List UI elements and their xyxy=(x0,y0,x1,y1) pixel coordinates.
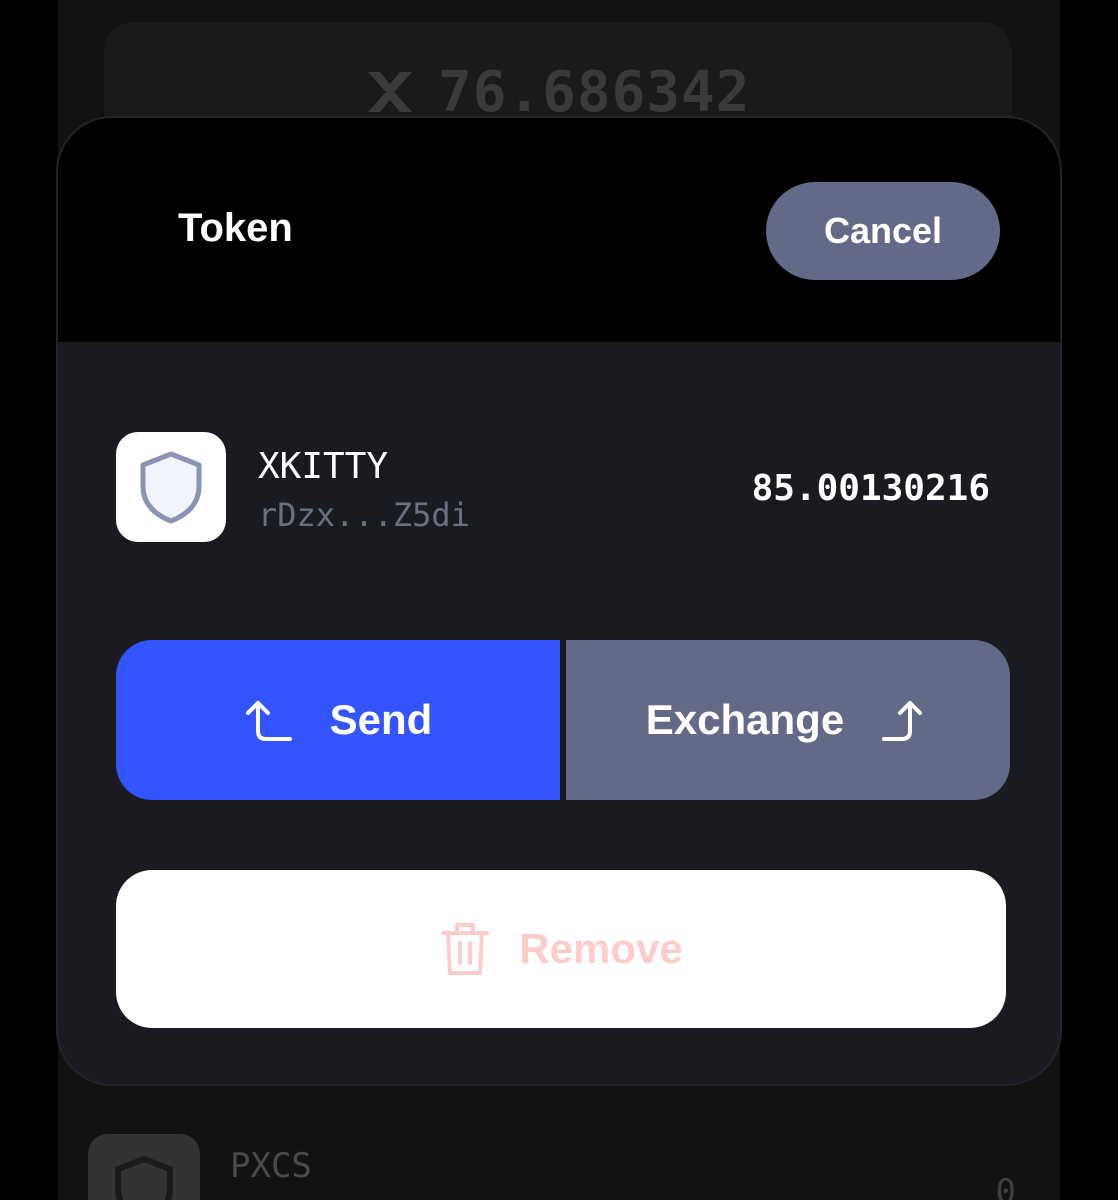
send-arrow-icon xyxy=(245,701,292,741)
cancel-button[interactable]: Cancel xyxy=(766,182,1000,280)
sheet-title: Token xyxy=(178,206,293,250)
screen: 76.686342 PXCS 0 Token Cancel XKITTY rDz… xyxy=(0,0,1118,1200)
xrp-icon xyxy=(368,72,412,112)
shield-icon xyxy=(116,432,226,542)
background-list-item-name: PXCS xyxy=(230,1146,312,1186)
token-sheet: Token Cancel XKITTY rDzx...Z5di 85.00130… xyxy=(56,116,1062,1086)
background-balance-value: 76.686342 xyxy=(438,59,751,125)
token-address: rDzx...Z5di xyxy=(258,496,470,534)
exchange-button[interactable]: Exchange xyxy=(566,640,1010,800)
background-list-item-amount: 0 xyxy=(995,1172,1016,1200)
background-list-item[interactable]: PXCS 0 xyxy=(86,1130,1026,1200)
token-row: XKITTY rDzx...Z5di 85.00130216 xyxy=(116,432,996,544)
token-name: XKITTY xyxy=(258,446,389,487)
send-button[interactable]: Send xyxy=(116,640,560,800)
token-actions: Send Exchange xyxy=(116,640,1010,800)
remove-button[interactable]: Remove xyxy=(116,870,1006,1028)
sheet-header: Token Cancel xyxy=(58,118,1060,342)
send-label: Send xyxy=(329,696,433,743)
remove-label: Remove xyxy=(519,925,683,972)
shield-icon xyxy=(88,1134,200,1200)
trash-icon xyxy=(441,923,490,975)
token-amount: 85.00130216 xyxy=(751,468,990,509)
exchange-arrow-icon xyxy=(882,701,923,741)
exchange-label: Exchange xyxy=(645,696,845,743)
